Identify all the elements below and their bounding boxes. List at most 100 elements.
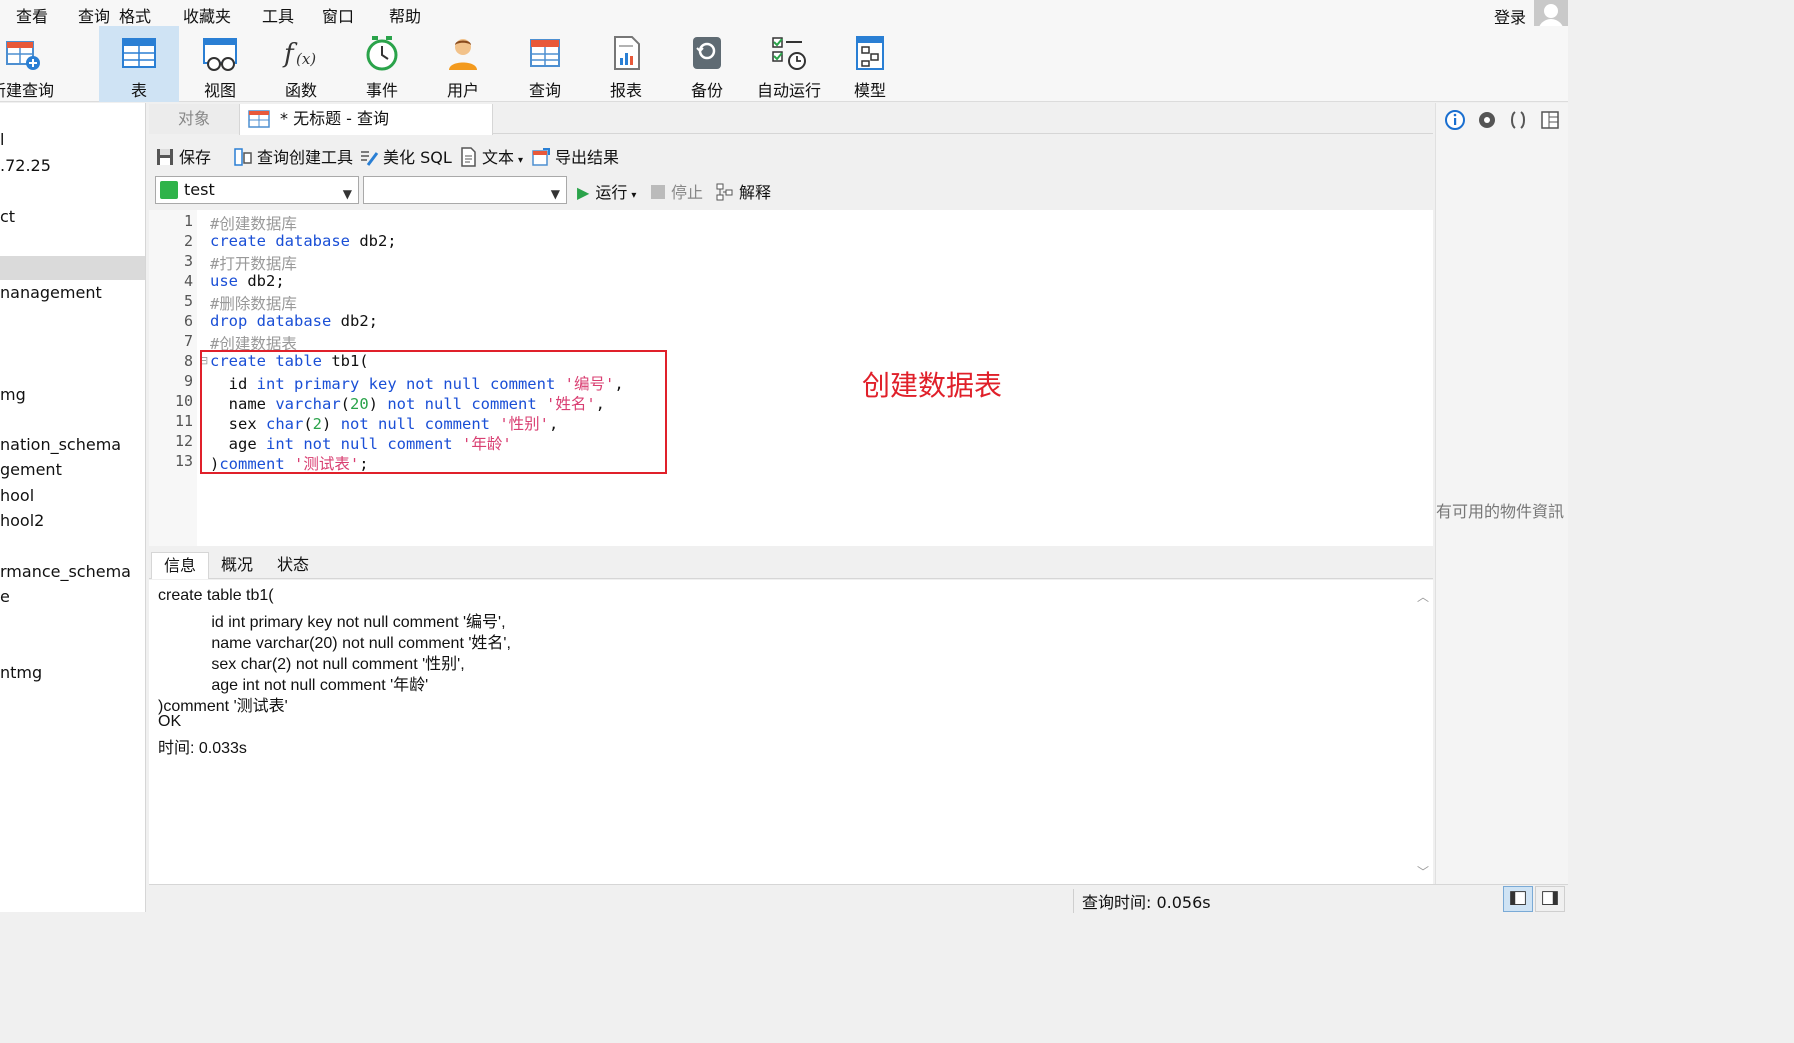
no-object-info-message: 有可用的物件資訊 [1436, 502, 1565, 521]
info-icon[interactable] [1444, 109, 1466, 131]
model-icon [856, 36, 884, 70]
export-icon [532, 148, 550, 166]
result-line: create table tb1( [158, 587, 274, 604]
explain-button[interactable]: 解释 [715, 179, 771, 203]
backup-icon [693, 37, 721, 69]
tab-query[interactable]: * 无标题 - 查询 [239, 104, 493, 135]
function-icon: f (x) [282, 39, 316, 69]
tree-item[interactable]: gement [0, 460, 62, 479]
tab-objects[interactable]: 对象 [149, 104, 239, 134]
query-selectors: test ▼ ▼ ▶ 运行 ▾ 停止 解释 [149, 172, 1433, 208]
auto-run-label: 自动运行 [756, 81, 821, 100]
scroll-up-icon[interactable]: ︿ [1417, 588, 1429, 605]
login-link[interactable]: 登录 [1494, 4, 1526, 28]
tab-info[interactable]: 信息 [151, 552, 209, 579]
line-number: 1 [183, 212, 193, 230]
status-bar: 查询时间: 0.056s [149, 884, 1568, 913]
ddl-icon[interactable] [1507, 109, 1529, 131]
line-number: 11 [174, 412, 193, 430]
report-icon [614, 36, 640, 70]
menu-favorites[interactable]: 收藏夹 [183, 3, 231, 27]
text-label: 文本 [482, 148, 515, 167]
export-results-button[interactable]: 导出结果 [531, 144, 619, 168]
backup-button[interactable]: 备份 [667, 26, 747, 102]
tree-item[interactable]: rmance_schema [0, 562, 131, 581]
tree-item[interactable]: nation_schema [0, 435, 121, 454]
object-info-panel: 有可用的物件資訊 [1435, 103, 1568, 884]
menu-view[interactable]: 查看 [16, 3, 48, 27]
svg-text:(x): (x) [296, 50, 316, 68]
table-label: 表 [130, 81, 147, 100]
tab-overview[interactable]: 概况 [209, 552, 265, 579]
play-icon: ▶ [577, 183, 590, 202]
schema-select[interactable]: ▼ [363, 176, 567, 204]
beautify-sql-button[interactable]: 美化 SQL [359, 144, 452, 168]
menu-query[interactable]: 查询 [78, 3, 110, 27]
line-number: 5 [183, 292, 193, 310]
table-button[interactable]: 表 [99, 26, 179, 102]
tree-item[interactable]: ntmg [0, 663, 42, 682]
chevron-down-icon: ▼ [342, 187, 352, 201]
query-builder-label: 查询创建工具 [257, 148, 354, 167]
tree-item[interactable]: nanagement [0, 283, 102, 302]
user-icon [449, 39, 477, 70]
code-line: use db2; [210, 272, 285, 290]
save-icon [157, 149, 173, 165]
code-line: drop database db2; [210, 312, 378, 330]
query-builder-button[interactable]: 查询创建工具 [233, 144, 353, 168]
menu-bar: 查看 查询 格式 收藏夹 工具 窗口 帮助 登录 [0, 0, 1568, 30]
menu-tools[interactable]: 工具 [262, 3, 294, 27]
tree-item[interactable]: e [0, 587, 10, 606]
tree-item[interactable]: ct [0, 207, 15, 226]
tree-item[interactable]: hool [0, 486, 34, 505]
view-button[interactable]: 视图 [180, 26, 260, 102]
run-button[interactable]: ▶ 运行 ▾ [577, 179, 636, 203]
layout-toggle-left[interactable] [1503, 886, 1533, 912]
result-message-panel: create table tb1( id int primary key not… [149, 580, 1433, 884]
layout-toggle-right[interactable] [1535, 886, 1565, 912]
explain-label: 解释 [739, 183, 772, 202]
text-button[interactable]: 文本 ▾ [458, 144, 523, 168]
menu-help[interactable]: 帮助 [389, 3, 421, 27]
query-label: 查询 [528, 81, 561, 100]
line-number: 7 [183, 332, 193, 350]
new-query-icon [6, 41, 40, 70]
auto-run-button[interactable]: 自动运行 [749, 26, 829, 102]
event-button[interactable]: 事件 [342, 26, 422, 102]
save-button[interactable]: 保存 [155, 144, 211, 168]
layout-icon[interactable] [1539, 109, 1561, 131]
preview-icon[interactable] [1476, 109, 1498, 131]
beautify-label: 美化 SQL [383, 148, 452, 167]
stop-label: 停止 [671, 183, 704, 202]
stop-icon [651, 185, 665, 199]
new-query-button[interactable]: 新建查询 [0, 26, 62, 102]
line-number: 10 [174, 392, 193, 410]
tree-item[interactable]: mg [0, 385, 26, 404]
result-tabs: 信息 概况 状态 [149, 550, 1433, 579]
event-label: 事件 [365, 81, 398, 100]
query-button[interactable]: 查询 [505, 26, 585, 102]
tree-item[interactable]: l [0, 130, 4, 149]
tab-status[interactable]: 状态 [265, 552, 321, 579]
split-left-icon [1510, 891, 1526, 905]
query-tab-icon [248, 110, 270, 128]
menu-format[interactable]: 格式 [119, 3, 151, 27]
database-select[interactable]: test ▼ [155, 176, 359, 204]
sql-editor[interactable]: 1 2 3 4 5 6 7 8 9 10 11 12 13 ⊟ #创建数据库 cr… [149, 210, 1433, 546]
database-value: test [184, 180, 215, 199]
stop-button[interactable]: 停止 [651, 179, 703, 203]
function-button[interactable]: f (x) 函数 [261, 26, 341, 102]
report-button[interactable]: 报表 [586, 26, 666, 102]
line-number: 13 [174, 452, 193, 470]
selected-tree-row[interactable] [0, 256, 145, 280]
save-label: 保存 [179, 148, 212, 167]
user-button[interactable]: 用户 [423, 26, 503, 102]
ribbon-toolbar: 新建查询 表 视图 f (x) 函数 [0, 26, 1568, 102]
menu-window[interactable]: 窗口 [322, 3, 354, 27]
editor-toolbar: 保存 查询创建工具 美化 SQL 文本 ▾ 导出结果 [149, 138, 1433, 172]
model-button[interactable]: 模型 [830, 26, 910, 102]
code-line: #创建数据库 [210, 215, 297, 233]
tree-item[interactable]: .72.25 [0, 156, 51, 175]
scroll-down-icon[interactable]: ﹀ [1417, 863, 1429, 880]
tree-item[interactable]: hool2 [0, 511, 44, 530]
